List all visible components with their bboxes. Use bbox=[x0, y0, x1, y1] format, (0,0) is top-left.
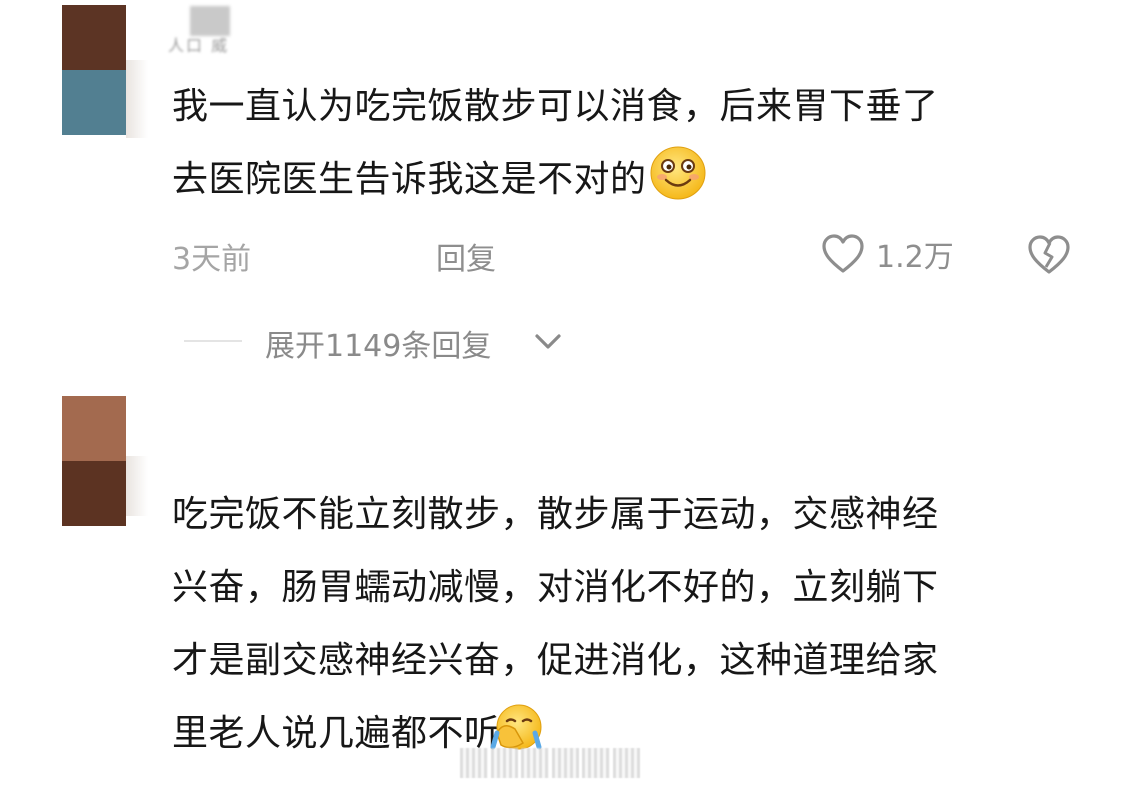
watermark-glyph bbox=[551, 748, 579, 778]
comment-line: 我一直认为吃完饭散步可以消食，后来胃下垂了 bbox=[172, 86, 939, 127]
dislike-button[interactable] bbox=[1026, 234, 1072, 280]
like-button[interactable]: 1.2万 bbox=[820, 232, 954, 276]
avatar-bottom-block bbox=[62, 70, 126, 135]
avatar-bottom-block bbox=[62, 461, 126, 526]
username-text: 人口 威 bbox=[168, 36, 230, 55]
smiling-face-emoji bbox=[650, 146, 706, 200]
comment-line: 去医院医生告诉我这是不对的 bbox=[172, 159, 647, 200]
expand-divider bbox=[184, 340, 242, 342]
watermark-glyph bbox=[612, 748, 640, 778]
comment-body: 吃完饭不能立刻散步，散步属于运动，交感神经 兴奋，肠胃蠕动减慢，对消化不好的，立… bbox=[172, 478, 1072, 770]
chevron-down-icon[interactable] bbox=[532, 328, 564, 354]
avatar-top-block bbox=[62, 396, 126, 461]
broken-heart-icon bbox=[1028, 235, 1070, 274]
heart-icon bbox=[822, 234, 864, 273]
like-count: 1.2万 bbox=[876, 240, 954, 275]
comment-line: 吃完饭不能立刻散步，散步属于运动，交感神经 bbox=[172, 494, 939, 535]
avatar[interactable] bbox=[62, 5, 126, 135]
reply-button[interactable]: 回复 bbox=[436, 234, 496, 278]
expand-replies-button[interactable]: 展开1149条回复 bbox=[265, 321, 491, 365]
comment-line-with-emoji: 去医院医生告诉我这是不对的 bbox=[172, 143, 1072, 216]
comment-line: 里老人说几遍都不听 bbox=[172, 713, 501, 754]
avatar-edge-blur bbox=[126, 456, 148, 516]
watermark-glyph bbox=[490, 748, 518, 778]
watermark-glyph bbox=[460, 748, 488, 778]
comment-line: 兴奋，肠胃蠕动减慢，对消化不好的，立刻躺下 bbox=[172, 567, 939, 608]
avatar-top-block bbox=[62, 5, 126, 70]
avatar[interactable] bbox=[62, 396, 126, 526]
watermark-glyph bbox=[582, 748, 610, 778]
comment-body: 我一直认为吃完饭散步可以消食，后来胃下垂了 去医院医生告诉我这是不对的 bbox=[172, 70, 1072, 216]
avatar-edge-blur bbox=[126, 60, 148, 138]
username[interactable]: 人口 威 bbox=[168, 6, 268, 55]
comment-time: 3天前 bbox=[172, 242, 252, 277]
watermark-glyph bbox=[521, 748, 549, 778]
comment-line: 才是副交感神经兴奋，促进消化，这种道理给家 bbox=[172, 640, 939, 681]
watermark bbox=[460, 748, 640, 778]
